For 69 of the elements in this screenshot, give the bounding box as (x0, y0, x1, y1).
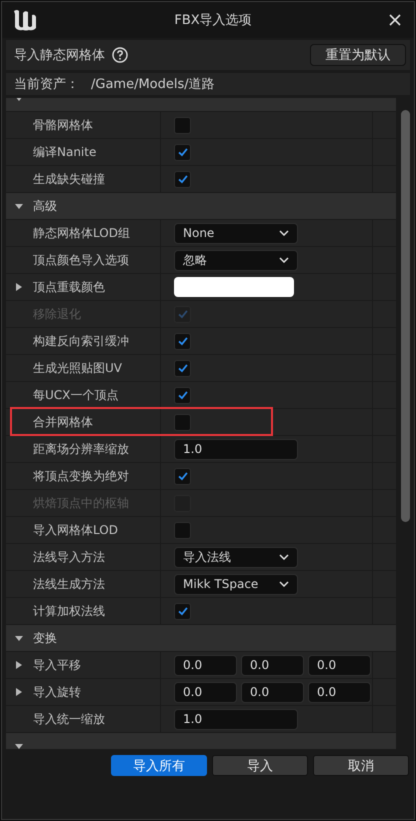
checkbox[interactable] (174, 414, 191, 430)
property-label: 法线导入方法 (33, 548, 105, 566)
property-label: 编译Nanite (33, 144, 96, 160)
footer-button[interactable]: 取消 (313, 755, 409, 776)
help-icon[interactable] (112, 47, 128, 63)
property-label: 法线生成方法 (33, 576, 105, 592)
asset-path: /Game/Models/道路 (91, 76, 215, 93)
property-label: 生成光照贴图UV (33, 360, 122, 376)
dropdown[interactable]: 导入法线 (174, 546, 298, 568)
checkbox[interactable] (174, 332, 191, 350)
property-label: 导入统一缩放 (33, 710, 105, 728)
caret-icon (279, 581, 289, 587)
property-label: 导入网格体LOD (33, 522, 118, 538)
expand-arrow-icon[interactable] (14, 282, 24, 292)
reset-button[interactable]: 重置为默认 (310, 44, 406, 66)
dropdown[interactable]: Mikk TSpace (174, 574, 298, 594)
logo-icon (11, 8, 37, 32)
collapse-arrow-icon[interactable] (14, 741, 24, 749)
checkbox[interactable] (174, 360, 191, 376)
property-label: 构建反向索引缓冲 (33, 332, 129, 350)
color-swatch[interactable] (174, 277, 294, 297)
footer-button[interactable]: 导入所有 (111, 755, 207, 776)
asset-label: 当前资产： (14, 76, 79, 93)
window-title: FBX导入选项 (173, 12, 253, 29)
property-label: 静态网格体LOD组 (33, 224, 130, 242)
property-label: 生成缺失碰撞 (33, 170, 105, 188)
property-label: 烘焙顶点中的枢轴 (33, 494, 129, 512)
property-label: 将顶点变换为绝对 (33, 468, 129, 484)
number-field[interactable]: 1.0 (174, 438, 298, 460)
caret-icon (279, 230, 289, 236)
property-label: 每UCX一个顶点 (33, 386, 118, 404)
number-field[interactable]: 0.0 (241, 654, 304, 676)
property-label: 移除退化 (33, 306, 81, 322)
dropdown[interactable]: 忽略 (174, 250, 298, 270)
collapse-arrow-icon[interactable] (14, 633, 24, 643)
footer-button[interactable]: 导入 (212, 755, 308, 776)
collapse-arrow-icon[interactable] (14, 201, 24, 211)
property-label: 计算加权法线 (33, 602, 105, 620)
property-label: 距离场分辨率缩放 (33, 440, 129, 458)
dropdown[interactable]: None (174, 222, 298, 244)
checkbox[interactable] (174, 144, 191, 160)
checkbox[interactable] (174, 116, 191, 134)
property-label: 骨骼网格体 (33, 116, 93, 134)
checkbox[interactable] (174, 386, 191, 404)
property-label: 导入旋转 (33, 684, 81, 700)
section-header[interactable]: 高级 (6, 193, 396, 220)
number-field[interactable]: 0.0 (174, 654, 237, 676)
property-label: 顶点颜色导入选项 (33, 252, 129, 268)
section-header[interactable]: 变换 (6, 625, 396, 652)
expand-arrow-icon[interactable] (14, 660, 24, 670)
checkbox[interactable] (174, 468, 191, 484)
property-label: 顶点重载颜色 (33, 278, 105, 296)
number-field[interactable]: 0.0 (174, 682, 237, 702)
section-title: 变换 (33, 630, 57, 646)
checkbox[interactable] (174, 522, 191, 538)
property-label: 合并网格体 (33, 414, 93, 430)
caret-icon (279, 257, 289, 263)
checkbox[interactable] (174, 170, 191, 188)
section-title: 高级 (33, 198, 57, 214)
number-field[interactable]: 0.0 (308, 654, 371, 676)
number-field[interactable]: 0.0 (241, 682, 304, 702)
expand-arrow-icon[interactable] (14, 687, 24, 697)
panel-title: 导入静态网格体 (14, 47, 105, 64)
property-label: 导入平移 (33, 656, 81, 674)
checkbox[interactable] (174, 602, 191, 620)
close-icon[interactable] (389, 14, 401, 26)
number-field[interactable]: 1.0 (174, 708, 298, 730)
number-field[interactable]: 0.0 (308, 682, 371, 702)
caret-icon (279, 554, 289, 560)
